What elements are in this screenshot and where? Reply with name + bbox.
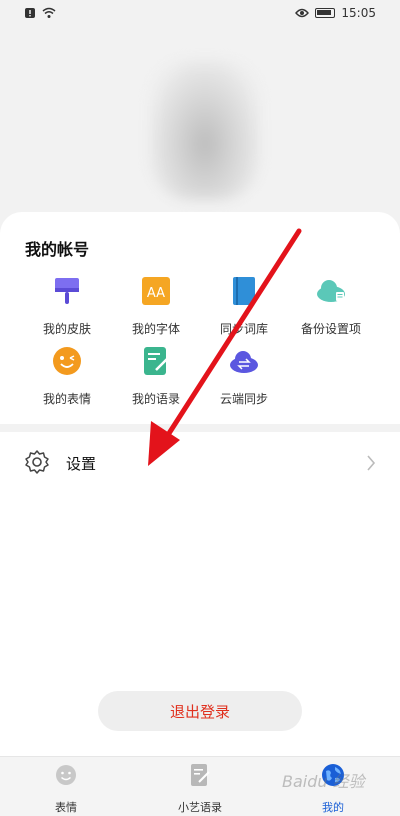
battery-icon [315, 8, 336, 18]
cloud-backup-icon [317, 280, 345, 302]
avatar[interactable] [150, 60, 260, 200]
status-bar: 15:05 [0, 0, 400, 26]
brush-icon [55, 278, 79, 304]
gear-icon [25, 450, 49, 474]
tab-label: 我的 [322, 801, 344, 814]
tab-label: 小艺语录 [178, 801, 222, 814]
alert-icon [25, 8, 35, 18]
settings-label: 设置 [66, 455, 97, 473]
status-time: 15:05 [341, 6, 376, 20]
grid-item-dictionary[interactable]: 同步词库 [199, 276, 289, 342]
grid-item-emoji[interactable]: 我的表情 [22, 346, 112, 412]
watermark: Baidu 经验 [282, 772, 365, 791]
quote-icon [191, 764, 210, 786]
smiley-icon [56, 765, 76, 785]
grid-item-label: 我的语录 [131, 392, 180, 406]
cloud-sync-icon [230, 351, 258, 373]
account-card: 我的帐号 我的皮肤 AA 我的字体 同步词库 备份设置项 我的表情 我的语录 云… [0, 212, 400, 424]
grid-item-label: 我的表情 [42, 392, 91, 406]
note-icon [144, 347, 169, 375]
grid-item-quotes[interactable]: 我的语录 [111, 346, 201, 412]
settings-row[interactable]: 设置 [0, 432, 400, 494]
grid-item-label: 我的字体 [131, 322, 180, 336]
grid-item-label: 云端同步 [219, 392, 268, 406]
grid-item-backup[interactable]: 备份设置项 [286, 276, 376, 342]
tab-quotes[interactable]: 小艺语录 [150, 763, 250, 816]
logout-button[interactable]: 退出登录 [98, 691, 302, 731]
grid-item-cloud-sync[interactable]: 云端同步 [199, 346, 289, 412]
tab-emoji[interactable]: 表情 [16, 763, 116, 816]
tab-label: 表情 [55, 801, 77, 814]
chevron-right-icon [367, 455, 376, 471]
grid-item-label: 备份设置项 [300, 322, 361, 336]
grid-item-skin[interactable]: 我的皮肤 [22, 276, 112, 342]
account-title: 我的帐号 [25, 240, 90, 259]
wifi-icon [42, 7, 56, 18]
grid-item-label: 我的皮肤 [42, 322, 91, 336]
grid-item-label: 同步词库 [219, 322, 268, 336]
grid-item-font[interactable]: AA 我的字体 [111, 276, 201, 342]
emoji-icon [53, 347, 81, 375]
svg-text:AA: AA [147, 286, 165, 301]
book-icon [233, 277, 255, 305]
eye-icon [295, 8, 310, 18]
font-icon: AA [142, 277, 170, 305]
